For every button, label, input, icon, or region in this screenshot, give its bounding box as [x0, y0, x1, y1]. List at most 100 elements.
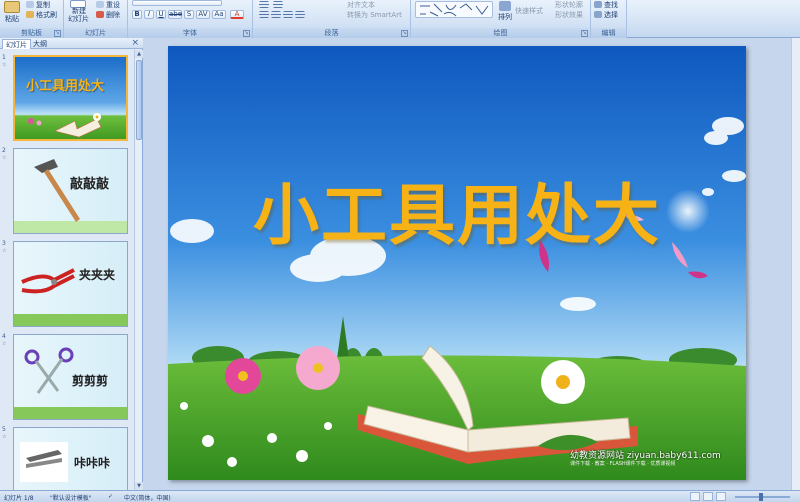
- paragraph-launcher-icon[interactable]: ↘: [401, 30, 408, 37]
- scissors-image: [14, 347, 127, 419]
- scroll-down-icon[interactable]: ▼: [135, 482, 143, 490]
- pliers-image: [14, 268, 127, 326]
- slide-editor: 小工具用处大 幼教资源网站 ziyuan.baby611.com 课件下载 · …: [144, 38, 800, 490]
- animation-icon: ☆: [2, 155, 7, 161]
- shadow-button[interactable]: S: [184, 10, 194, 19]
- panel-scrollbar[interactable]: ▲ ▼: [134, 50, 143, 490]
- reset-icon[interactable]: [96, 1, 104, 8]
- align-center-icon[interactable]: [271, 11, 281, 18]
- slide-thumbnail-1[interactable]: 小工具用处大: [13, 55, 128, 141]
- change-case-button[interactable]: Aa: [212, 10, 226, 19]
- slide-scrollbar[interactable]: [791, 38, 800, 490]
- current-slide[interactable]: 小工具用处大 幼教资源网站 ziyuan.baby611.com 课件下载 · …: [168, 46, 746, 480]
- slide-counter: 幻灯片 1/8: [4, 495, 34, 502]
- arrange-button[interactable]: 排列: [498, 12, 512, 22]
- justify-icon[interactable]: [295, 11, 305, 18]
- find-icon[interactable]: [594, 1, 602, 8]
- spellcheck-icon[interactable]: ✓: [108, 493, 113, 500]
- book-flower-image: [28, 113, 102, 138]
- slide-thumbnail-2[interactable]: 敲敲敲: [13, 148, 128, 234]
- new-slide-label-2[interactable]: 幻灯片: [68, 14, 89, 24]
- language-indicator: 中文(简体，中国): [124, 495, 171, 502]
- shape-effects-button[interactable]: 形状效果: [555, 10, 583, 20]
- ribbon: 粘贴 复制 格式刷 剪贴板 ↘ 新建 幻灯片 重设 删除 幻灯片 B I U a…: [0, 0, 800, 38]
- drawing-label: 绘图: [411, 28, 590, 38]
- normal-view-icon[interactable]: [690, 492, 700, 501]
- drawing-launcher-icon[interactable]: ↘: [581, 30, 588, 37]
- animation-icon: ☆: [2, 62, 7, 68]
- shapes-icon: [420, 3, 489, 17]
- quick-styles-button[interactable]: 快速样式: [515, 6, 543, 16]
- underline-button[interactable]: U: [156, 10, 166, 19]
- tab-outline[interactable]: 大纲: [30, 39, 50, 49]
- shape-outline-button[interactable]: 形状轮廓: [555, 0, 583, 10]
- align-right-icon[interactable]: [283, 11, 293, 18]
- bullets-icon[interactable]: [259, 1, 269, 8]
- thumbnail-item[interactable]: 5 ☆ 咔咔咔: [0, 426, 134, 490]
- slide-thumbnail-3[interactable]: 夹夹夹: [13, 241, 128, 327]
- thumbnail-title: 敲敲敲: [70, 177, 110, 192]
- zoom-knob[interactable]: [759, 493, 763, 501]
- slideshow-icon[interactable]: [716, 492, 726, 501]
- select-button[interactable]: 选择: [604, 10, 618, 20]
- slide-title[interactable]: 小工具用处大: [168, 162, 746, 258]
- paragraph-group: 对齐文本 转换为 SmartArt 段落 ↘: [253, 0, 411, 38]
- align-left-icon[interactable]: [259, 11, 269, 18]
- thumbnail-item[interactable]: 1 ☆ 小工具用处大: [0, 54, 134, 142]
- strikethrough-button[interactable]: abe: [168, 10, 182, 19]
- paste-button[interactable]: 粘贴: [5, 14, 19, 24]
- font-label: 字体: [128, 28, 252, 38]
- thumbnail-item[interactable]: 3 ☆ 夹夹夹: [0, 240, 134, 328]
- convert-smartart-button[interactable]: 转换为 SmartArt: [347, 10, 402, 20]
- thumbnail-title: 夹夹夹: [79, 268, 116, 282]
- shapes-gallery[interactable]: [415, 1, 493, 18]
- slide-thumbnail-5[interactable]: 咔咔咔: [13, 427, 128, 490]
- close-icon[interactable]: ×: [131, 38, 139, 49]
- thumbnail-item[interactable]: 4 ☆ 剪剪剪: [0, 333, 134, 421]
- clipboard-group: 粘贴 复制 格式刷 剪贴板 ↘: [0, 0, 64, 38]
- numbering-icon[interactable]: [273, 1, 283, 8]
- delete-button[interactable]: 删除: [106, 10, 120, 20]
- scroll-up-icon[interactable]: ▲: [135, 50, 143, 58]
- animation-icon: ☆: [2, 341, 7, 347]
- animation-icon: ☆: [2, 434, 7, 440]
- slide-sorter-icon[interactable]: [703, 492, 713, 501]
- editing-group: 查找 选择 编辑: [591, 0, 627, 38]
- font-launcher-icon[interactable]: ↘: [243, 30, 250, 37]
- copy-button[interactable]: 复制: [36, 0, 50, 10]
- thumbnail-number: 3: [2, 240, 6, 247]
- font-name-select[interactable]: [132, 0, 222, 6]
- bold-button[interactable]: B: [132, 10, 142, 19]
- copy-icon[interactable]: [26, 1, 34, 8]
- font-color-button[interactable]: A: [230, 10, 244, 19]
- reset-button[interactable]: 重设: [106, 0, 120, 10]
- thumbnail-title: 咔咔咔: [74, 456, 111, 470]
- thumbnail-title: 剪剪剪: [72, 374, 109, 388]
- dialog-launcher-icon[interactable]: ↘: [54, 30, 61, 37]
- text-align-button[interactable]: 对齐文本: [347, 0, 375, 10]
- animation-icon: ☆: [2, 248, 7, 254]
- paste-icon[interactable]: [4, 1, 20, 13]
- slide-thumbnail-4[interactable]: 剪剪剪: [13, 334, 128, 420]
- editing-label: 编辑: [591, 28, 626, 38]
- format-painter-icon[interactable]: [26, 11, 34, 18]
- arrange-icon[interactable]: [499, 1, 511, 11]
- thumbnail-list: 1 ☆ 小工具用处大 2 ☆ 敲敲敲 3 ☆ 夹夹夹 4 ☆ 剪剪剪 5 ☆ 咔…: [0, 50, 134, 490]
- slides-panel: 幻灯片 大纲 × 1 ☆ 小工具用处大 2 ☆ 敲敲敲 3 ☆ 夹夹夹 4 ☆ …: [0, 38, 143, 490]
- italic-button[interactable]: I: [144, 10, 154, 19]
- thumbnail-item[interactable]: 2 ☆ 敲敲敲: [0, 147, 134, 235]
- thumbnail-number: 5: [2, 426, 6, 433]
- theme-name: "默认设计模板": [50, 495, 92, 502]
- scroll-thumb[interactable]: [136, 60, 142, 140]
- format-painter-button[interactable]: 格式刷: [36, 10, 57, 20]
- slides-label: 幻灯片: [64, 28, 127, 38]
- char-spacing-button[interactable]: AV: [196, 10, 210, 19]
- find-button[interactable]: 查找: [604, 0, 618, 10]
- tab-slides[interactable]: 幻灯片: [2, 39, 31, 49]
- stapler-image: [20, 442, 68, 482]
- select-icon[interactable]: [594, 11, 602, 18]
- panel-tabs: 幻灯片 大纲 ×: [0, 38, 143, 49]
- zoom-slider[interactable]: [735, 493, 790, 501]
- paragraph-label: 段落: [253, 28, 410, 38]
- delete-icon[interactable]: [96, 11, 104, 18]
